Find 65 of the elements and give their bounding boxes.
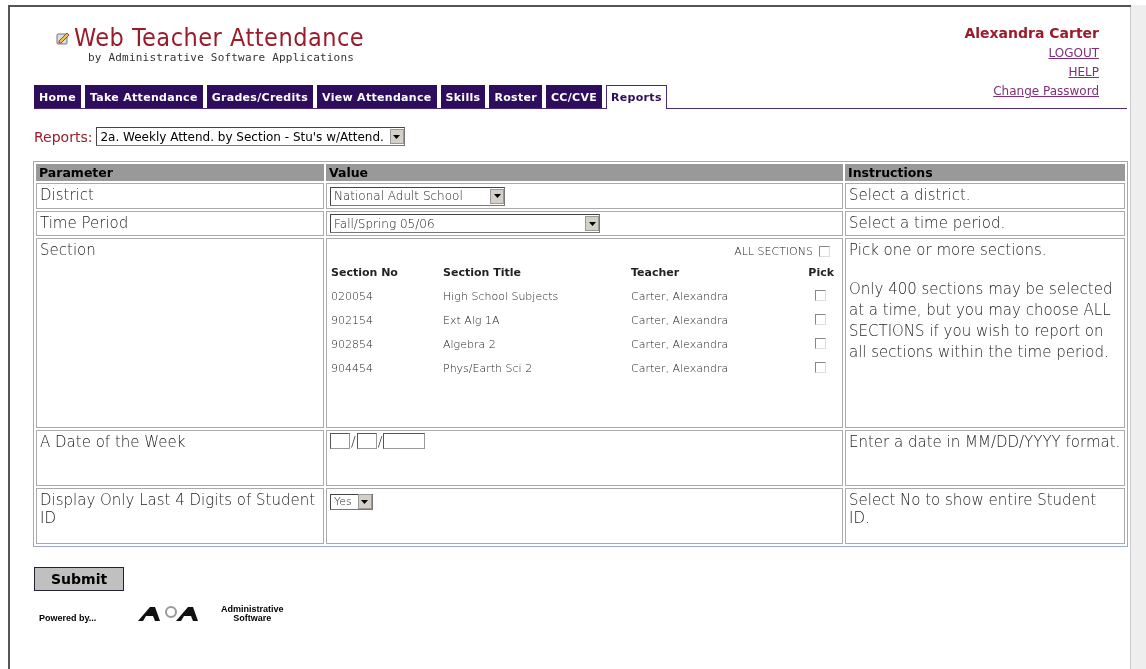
instructions-text: Select a district. — [849, 186, 971, 204]
table-header: Parameter — [36, 164, 324, 181]
teacher-name: Carter, Alexandra — [631, 362, 730, 375]
app-title: Web Teacher Attendance — [74, 25, 365, 51]
section-title: Algebra 2 — [443, 338, 497, 351]
year-input-field[interactable] — [383, 433, 426, 449]
pick-checkbox[interactable] — [815, 290, 826, 301]
notepad-pencil-icon — [56, 31, 70, 45]
date-separator: / — [377, 433, 383, 449]
teacher-name: Carter, Alexandra — [631, 314, 730, 327]
instructions-text: Select No to show entire Student ID. — [849, 491, 1097, 527]
instructions-text: Select a time period. — [849, 213, 1006, 232]
nav-tab[interactable]: CC/CVE — [545, 85, 603, 108]
nav-tab[interactable]: Take Attendance — [84, 85, 203, 108]
nav-tab[interactable]: Reports — [606, 85, 667, 109]
section-title: High School Subjects — [443, 290, 560, 303]
section-number: 902854 — [331, 338, 374, 351]
teacher-name: Carter, Alexandra — [631, 290, 730, 303]
submit-button[interactable]: Submit — [34, 567, 125, 591]
parameter-cell: A Date of the Week — [36, 430, 324, 486]
reports-label: Reports: — [34, 128, 93, 145]
section-number: 904454 — [331, 362, 374, 375]
reports-dropdown[interactable]: 2a. Weekly Attend. by Section - Stu's w/Attend. — [96, 127, 405, 146]
day-input-field[interactable] — [356, 433, 377, 449]
nav-tab[interactable]: Grades/Credits — [206, 85, 314, 108]
parameter-cell: Display Only Last 4 Digits of Student ID — [36, 488, 324, 544]
instructions-text: Only 400 sections may be selected at a time, but you may choose ALL SECTIONS if you wish to report on all sections within the time period. — [849, 279, 1114, 363]
app-subtitle: by Administrative Software Applications — [88, 51, 356, 64]
section-title: Phys/Earth Sci 2 — [443, 362, 534, 375]
logo-text: Administrative Software — [220, 605, 285, 623]
all-sections-checkbox[interactable] — [819, 246, 830, 257]
pick-checkbox[interactable] — [815, 362, 826, 373]
header-link[interactable]: LOGOUT — [1048, 46, 1099, 60]
section-number: 902154 — [331, 314, 374, 327]
section-title: Ext Alg 1A — [443, 314, 501, 327]
column-header: Pick — [808, 266, 834, 279]
table-header: Instructions — [845, 164, 1125, 181]
dropdown[interactable]: Yes — [330, 493, 373, 510]
header-link[interactable]: Change Password — [993, 84, 1099, 98]
column-header: Section Title — [443, 266, 522, 279]
parameter-cell: Section — [36, 238, 324, 428]
header-link[interactable]: HELP — [1068, 65, 1099, 79]
column-header: Section No — [331, 266, 399, 279]
instructions-text: Enter a date in MM/DD/YYYY format. — [849, 433, 1121, 451]
column-header: Teacher — [631, 266, 681, 279]
nav-tab[interactable]: Roster — [489, 85, 542, 108]
powered-by-text: Powered by... — [38, 613, 97, 623]
dropdown[interactable]: National Adult School — [330, 186, 505, 206]
all-sections-label: ALL SECTIONS — [734, 245, 813, 258]
pick-checkbox[interactable] — [815, 314, 826, 325]
month-input-field[interactable] — [330, 433, 350, 449]
nav-tab[interactable]: Home — [34, 85, 81, 108]
user-name: Alexandra Carter — [964, 25, 1099, 41]
nav-tab[interactable]: Skills — [440, 85, 486, 108]
parameter-cell: District — [36, 183, 324, 209]
parameter-cell: Time Period — [36, 210, 324, 236]
date-separator: / — [351, 433, 356, 449]
section-number: 020054 — [331, 290, 374, 303]
instructions-text: Pick one or more sections. — [849, 241, 1047, 259]
dropdown[interactable]: Fall/Spring 05/06 — [330, 214, 600, 233]
pick-checkbox[interactable] — [815, 338, 826, 349]
table-header: Value — [326, 164, 843, 181]
nav-tab[interactable]: View Attendance — [317, 85, 437, 108]
scrollbar[interactable] — [1130, 5, 1146, 669]
teacher-name: Carter, Alexandra — [631, 338, 730, 351]
